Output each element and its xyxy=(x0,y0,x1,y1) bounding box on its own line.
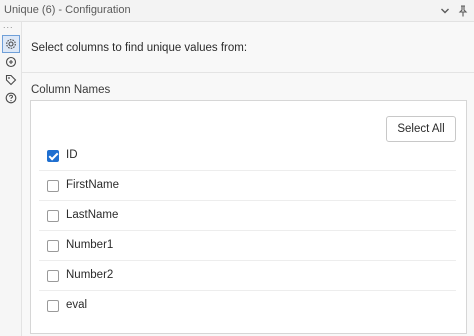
configuration-panel: Select columns to find unique values fro… xyxy=(22,22,474,336)
column-names-heading: Column Names xyxy=(31,84,111,96)
column-item-eval[interactable]: eval xyxy=(39,291,456,321)
tag-icon[interactable] xyxy=(2,71,20,89)
select-all-button[interactable]: Select All xyxy=(386,116,456,142)
chevron-down-icon[interactable] xyxy=(437,3,453,19)
connection-icon[interactable] xyxy=(2,53,20,71)
pin-icon[interactable] xyxy=(455,3,471,19)
column-label: LastName xyxy=(66,209,119,221)
column-label: eval xyxy=(66,299,88,311)
instructions-text: Select columns to find unique values fro… xyxy=(31,42,248,54)
help-icon[interactable] xyxy=(2,89,20,107)
column-label: FirstName xyxy=(66,179,120,191)
title-bar: Unique (6) - Configuration xyxy=(0,0,474,22)
checkbox[interactable] xyxy=(47,180,59,192)
column-list-panel: Select All ID FirstName LastName Number1… xyxy=(30,100,467,334)
checkbox[interactable] xyxy=(47,300,59,312)
column-item-number2[interactable]: Number2 xyxy=(39,261,456,291)
column-item-id[interactable]: ID xyxy=(39,141,456,171)
column-item-number1[interactable]: Number1 xyxy=(39,231,456,261)
checkbox[interactable] xyxy=(47,240,59,252)
window-title: Unique (6) - Configuration xyxy=(4,4,131,16)
column-label: Number1 xyxy=(66,239,114,251)
divider xyxy=(22,72,474,73)
column-item-lastname[interactable]: LastName xyxy=(39,201,456,231)
overflow-indicator: ... xyxy=(3,20,14,30)
checkbox[interactable] xyxy=(47,270,59,282)
column-item-firstname[interactable]: FirstName xyxy=(39,171,456,201)
checkbox[interactable] xyxy=(47,150,59,162)
checkbox[interactable] xyxy=(47,210,59,222)
column-label: Number2 xyxy=(66,269,114,281)
gear-icon[interactable] xyxy=(2,35,20,53)
config-sidebar: ... xyxy=(0,20,22,336)
column-label: ID xyxy=(66,149,78,161)
column-list: ID FirstName LastName Number1 Number2 ev… xyxy=(31,141,466,321)
